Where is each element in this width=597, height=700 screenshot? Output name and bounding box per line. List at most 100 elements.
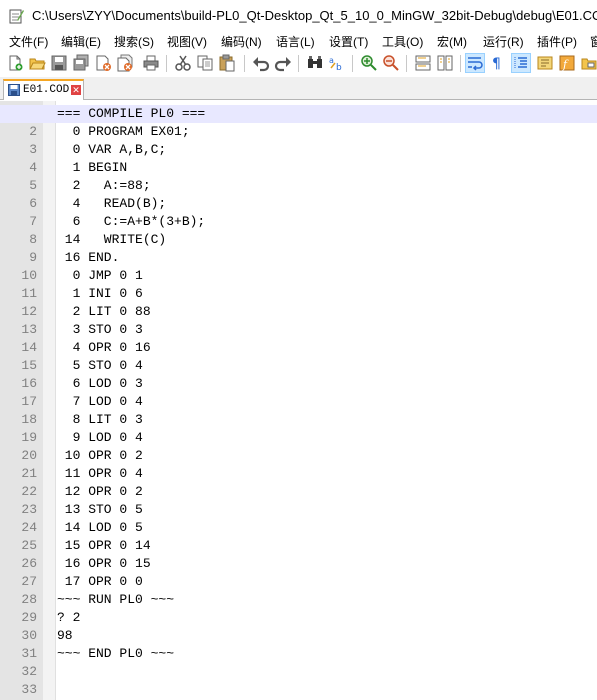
code-line[interactable]: 23 13 STO 0 5 [21, 501, 597, 519]
show-all-chars-icon[interactable]: ¶ [488, 54, 506, 72]
code-line-text: 6 LOD 0 3 [57, 376, 143, 391]
new-file-icon[interactable] [6, 54, 24, 72]
code-line[interactable]: 15 5 STO 0 4 [21, 357, 597, 375]
code-line[interactable]: 26 16 OPR 0 15 [21, 555, 597, 573]
menu-macro[interactable]: 宏(M) [437, 33, 467, 50]
code-line[interactable]: 9 16 END. [29, 249, 597, 267]
code-line[interactable]: 5 2 A:=88; [29, 177, 597, 195]
code-line[interactable]: 17 7 LOD 0 4 [21, 393, 597, 411]
line-number: 24 [21, 520, 37, 535]
copy-icon[interactable] [196, 54, 214, 72]
code-line[interactable]: 10 0 JMP 0 1 [21, 267, 597, 285]
line-number: 32 [21, 664, 37, 679]
code-line[interactable]: 1=== COMPILE PL0 === [0, 105, 597, 123]
menu-bar: 文件(F) 编辑(E) 搜索(S) 视图(V) 编码(N) 语言(L) 设置(T… [0, 32, 597, 50]
fold-margin[interactable] [43, 101, 56, 700]
code-line[interactable]: 30 98 [21, 627, 597, 645]
replace-icon[interactable]: ab [328, 54, 346, 72]
code-line[interactable]: 14 4 OPR 0 16 [21, 339, 597, 357]
zoom-in-icon[interactable] [360, 54, 378, 72]
code-line[interactable]: 20 10 OPR 0 2 [21, 447, 597, 465]
code-line-text: 12 OPR 0 2 [57, 484, 143, 499]
code-line[interactable]: 32 [21, 663, 597, 681]
folder-workspace-icon[interactable] [580, 54, 597, 72]
code-line[interactable]: 21 11 OPR 0 4 [21, 465, 597, 483]
code-line[interactable]: 12 2 LIT 0 88 [21, 303, 597, 321]
menu-language[interactable]: 语言(L) [276, 33, 315, 50]
code-line[interactable]: 28 ~~~ RUN PL0 ~~~ [21, 591, 597, 609]
line-number: 13 [21, 322, 37, 337]
code-line-text: ~~~ RUN PL0 ~~~ [57, 592, 175, 607]
save-all-icon[interactable] [72, 54, 90, 72]
line-number: 30 [21, 628, 37, 643]
line-number: 28 [21, 592, 37, 607]
code-line-text: ? 2 [57, 610, 81, 625]
zoom-out-icon[interactable] [382, 54, 400, 72]
tab-e01-cod[interactable]: E01.COD ✕ [3, 79, 84, 100]
window-title: C:\Users\ZYY\Documents\build-PL0_Qt-Desk… [32, 8, 597, 23]
code-line[interactable]: 16 6 LOD 0 3 [21, 375, 597, 393]
menu-tools[interactable]: 工具(O) [382, 33, 423, 50]
menu-edit[interactable]: 编辑(E) [61, 33, 101, 50]
menu-encoding[interactable]: 编码(N) [221, 33, 262, 50]
code-line[interactable]: 27 17 OPR 0 0 [21, 573, 597, 591]
sync-horizontal-icon[interactable] [436, 54, 454, 72]
menu-view[interactable]: 视图(V) [167, 33, 207, 50]
code-line[interactable]: 19 9 LOD 0 4 [21, 429, 597, 447]
menu-run[interactable]: 运行(R) [483, 33, 524, 50]
indent-guide-icon[interactable] [511, 53, 531, 73]
open-file-icon[interactable] [28, 54, 46, 72]
redo-icon[interactable] [274, 54, 292, 72]
sync-vertical-icon[interactable] [414, 54, 432, 72]
code-line-text: 14 WRITE(C) [57, 232, 167, 247]
close-icon[interactable] [94, 54, 112, 72]
svg-text:a: a [329, 56, 334, 65]
line-number: 25 [21, 538, 37, 553]
undo-icon[interactable] [252, 54, 270, 72]
line-number: 11 [21, 286, 37, 301]
find-icon[interactable] [306, 54, 324, 72]
word-wrap-icon[interactable] [465, 53, 485, 73]
code-line[interactable]: 13 3 STO 0 3 [21, 321, 597, 339]
code-line[interactable]: 4 1 BEGIN [29, 159, 597, 177]
code-line[interactable]: 7 6 C:=A+B*(3+B); [29, 213, 597, 231]
menu-search[interactable]: 搜索(S) [114, 33, 154, 50]
code-line[interactable]: 24 14 LOD 0 5 [21, 519, 597, 537]
svg-text:b: b [336, 63, 342, 72]
menu-file[interactable]: 文件(F) [9, 33, 48, 50]
save-icon[interactable] [50, 54, 68, 72]
doc-map-icon[interactable] [536, 54, 554, 72]
code-line[interactable]: 31 ~~~ END PL0 ~~~ [21, 645, 597, 663]
code-line-text: === COMPILE PL0 === [57, 106, 206, 121]
line-number: 29 [21, 610, 37, 625]
code-line-text: 2 A:=88; [57, 178, 151, 193]
code-line[interactable]: 18 8 LIT 0 3 [21, 411, 597, 429]
code-line[interactable]: 2 0 PROGRAM EX01; [29, 123, 597, 141]
cut-icon[interactable] [174, 54, 192, 72]
code-line[interactable]: 11 1 INI 0 6 [21, 285, 597, 303]
code-area[interactable]: 1=== COMPILE PL0 ===2 0 PROGRAM EX01;3 0… [0, 105, 597, 699]
line-number: 15 [21, 358, 37, 373]
code-line[interactable]: 3 0 VAR A,B,C; [29, 141, 597, 159]
paste-icon[interactable] [218, 54, 236, 72]
close-all-icon[interactable] [116, 54, 134, 72]
menu-window[interactable]: 窗 [590, 33, 597, 50]
tab-bar: E01.COD ✕ [0, 77, 597, 100]
menu-settings[interactable]: 设置(T) [329, 33, 368, 50]
code-line[interactable]: 25 15 OPR 0 14 [21, 537, 597, 555]
print-icon[interactable] [142, 54, 160, 72]
line-number: 6 [29, 196, 37, 211]
code-line[interactable]: 6 4 READ(B); [29, 195, 597, 213]
code-line[interactable]: 33 [21, 681, 597, 699]
toolbar-separator [244, 55, 245, 72]
code-line-text: 1 BEGIN [57, 160, 128, 175]
function-list-icon[interactable]: f [558, 54, 576, 72]
editor-pane[interactable]: 1=== COMPILE PL0 ===2 0 PROGRAM EX01;3 0… [0, 101, 597, 700]
code-line[interactable]: 29 ? 2 [21, 609, 597, 627]
code-line[interactable]: 8 14 WRITE(C) [29, 231, 597, 249]
code-line[interactable]: 22 12 OPR 0 2 [21, 483, 597, 501]
line-number: 18 [21, 412, 37, 427]
menu-plugins[interactable]: 插件(P) [537, 33, 577, 50]
tab-close-icon[interactable]: ✕ [71, 85, 81, 95]
line-number: 5 [29, 178, 37, 193]
